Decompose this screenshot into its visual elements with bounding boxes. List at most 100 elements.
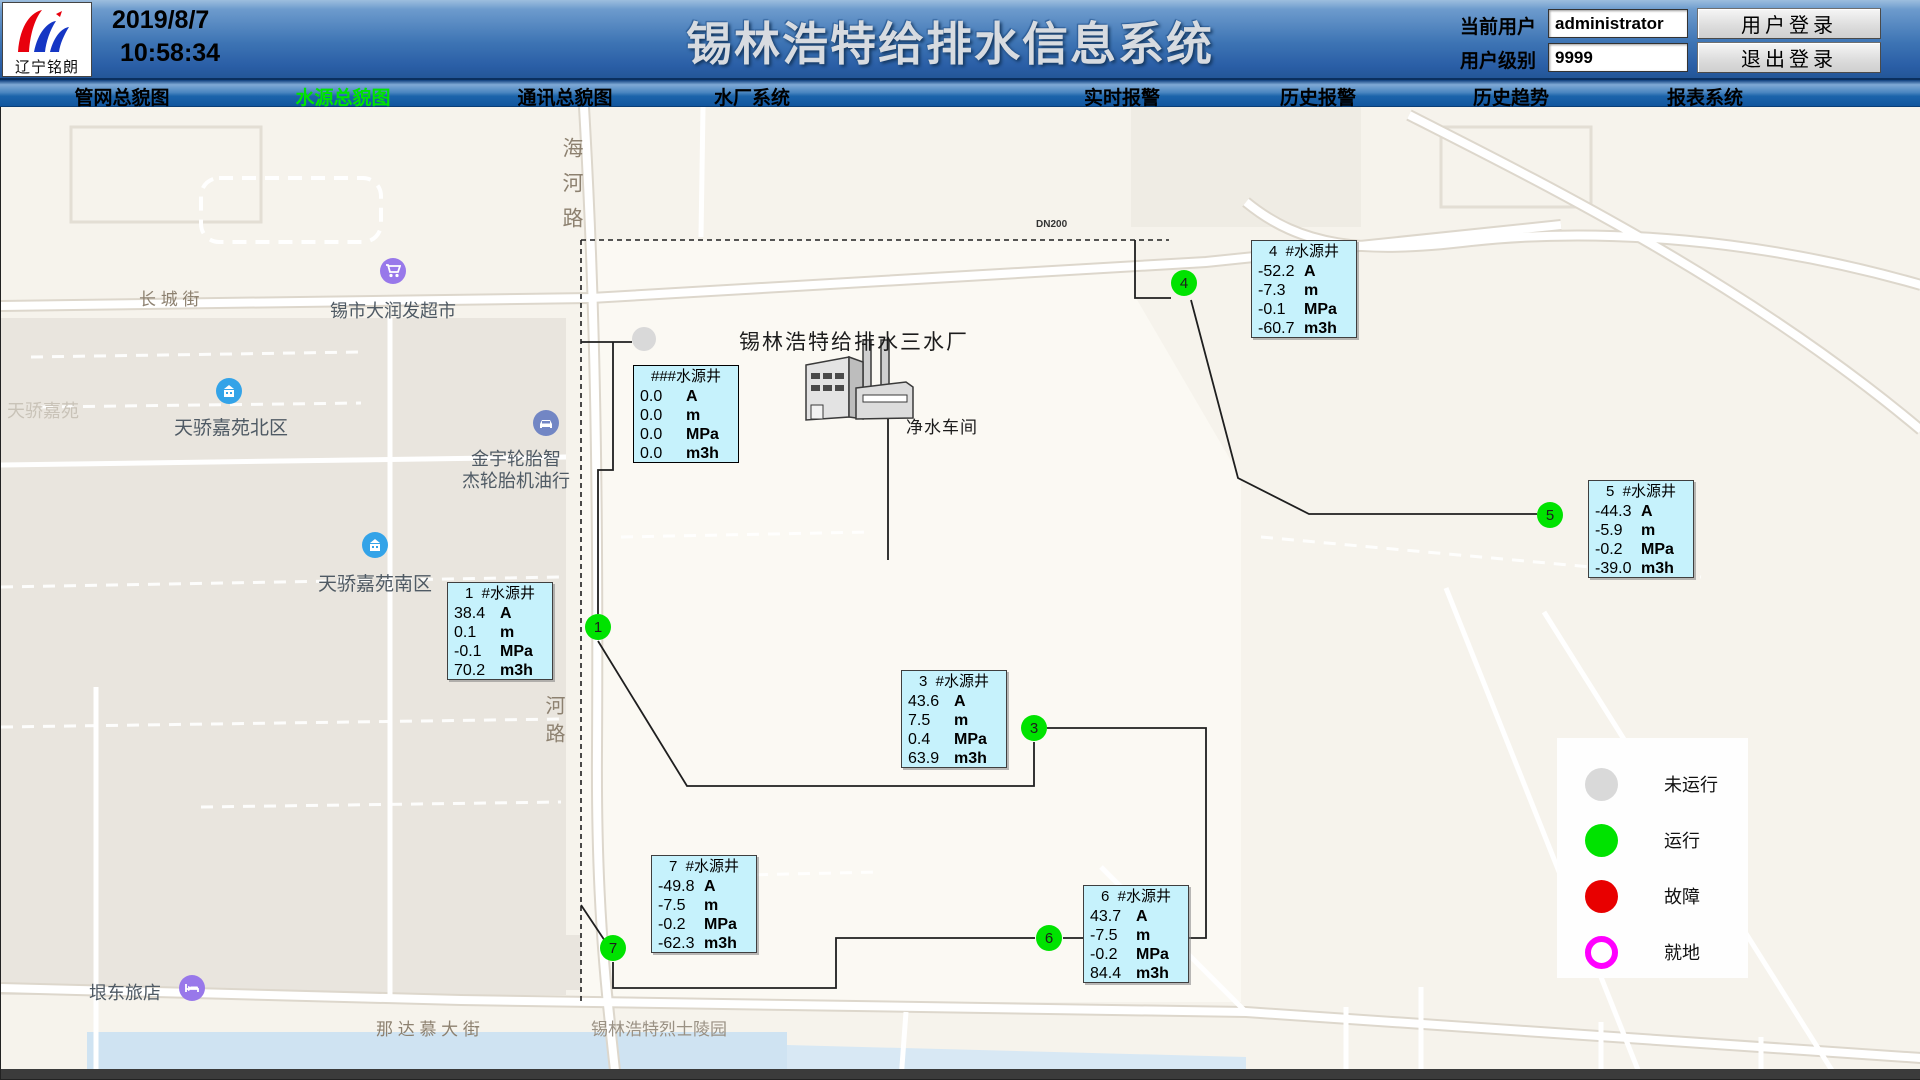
well-unit: A	[686, 387, 732, 406]
well-unit: m	[704, 896, 750, 915]
well-value: -0.1	[454, 642, 482, 661]
well-unit: MPa	[686, 425, 732, 444]
place-label-martyrs-cemetery: 锡林浩特烈士陵园	[591, 1015, 727, 1040]
marker-number: 7	[609, 940, 617, 957]
well-box-title: ###水源井	[640, 367, 732, 387]
system-title: 锡林浩特给排水信息系统	[686, 8, 1214, 74]
place-label-supermarket: 锡市大润发超市	[330, 297, 456, 323]
well-box-1[interactable]: 1 #水源井 38.4A 0.1m -0.1MPa 70.2m3h	[447, 582, 553, 680]
header-bar: 辽宁铭朗 2019/8/7 10:58:34 锡林浩特给排水信息系统 当前用户 …	[0, 0, 1920, 80]
well-value: 0.4	[908, 730, 930, 749]
well-marker-3[interactable]: 3	[1021, 715, 1047, 741]
well-value: 0.0	[640, 387, 662, 406]
well-value: -60.7	[1258, 319, 1294, 338]
well-marker-4[interactable]: 4	[1171, 270, 1197, 296]
well-value: -7.3	[1258, 281, 1286, 300]
nav-communication-overview[interactable]: 通讯总貌图	[517, 83, 612, 110]
well-value: -39.0	[1595, 559, 1631, 578]
well-marker-plant-stopped[interactable]	[632, 327, 656, 351]
well-unit: m3h	[704, 934, 750, 953]
well-unit: MPa	[704, 915, 750, 934]
legend-label: 就地	[1664, 939, 1700, 965]
well-value: 0.0	[640, 444, 662, 463]
street-label-haihe-text: 海河路	[553, 137, 590, 242]
well-value: -62.3	[658, 934, 694, 953]
well-marker-5[interactable]: 5	[1537, 502, 1563, 528]
well-unit: m3h	[954, 749, 1000, 768]
marker-number: 4	[1180, 275, 1188, 292]
nav-waterworks-system[interactable]: 水厂系统	[714, 83, 790, 110]
well-value: 0.1	[454, 623, 476, 642]
current-user-input[interactable]	[1548, 9, 1688, 38]
well-box-title: 6 #水源井	[1090, 887, 1182, 907]
well-unit: MPa	[1136, 945, 1182, 964]
pipe-diameter-label: DN200	[1036, 219, 1067, 230]
hotel-poi-icon	[179, 975, 205, 1001]
well-box-plant[interactable]: ###水源井 0.0 A 0.0 m 0.0 MPa 0.0 m3h	[633, 365, 739, 463]
well-value: 7.5	[908, 711, 930, 730]
well-unit: m	[686, 406, 732, 425]
residence-north-poi-icon	[216, 378, 242, 404]
legend-item-fault: 故障	[1585, 868, 1748, 924]
well-marker-1[interactable]: 1	[585, 614, 611, 640]
well-box-title: 4 #水源井	[1258, 242, 1350, 262]
legend-item-stopped: 未运行	[1585, 756, 1748, 812]
marker-number: 5	[1546, 507, 1554, 524]
well-value: 0.0	[640, 425, 662, 444]
well-value: -0.1	[1258, 300, 1286, 319]
well-unit: A	[1304, 262, 1350, 281]
well-value: 38.4	[454, 604, 485, 623]
nav-pipe-network-overview[interactable]: 管网总貌图	[74, 83, 169, 110]
logo-text: 辽宁铭朗	[3, 56, 91, 77]
well-unit: m	[954, 711, 1000, 730]
plant-title: 锡林浩特给排水三水厂	[739, 326, 969, 356]
nav-history-trends[interactable]: 历史趋势	[1473, 83, 1549, 110]
well-value: -5.9	[1595, 521, 1623, 540]
current-time: 10:58:34	[120, 39, 220, 68]
well-unit: m3h	[1641, 559, 1687, 578]
well-value: -7.5	[658, 896, 686, 915]
place-label-tire-shop-2: 杰轮胎机油行	[462, 467, 570, 493]
tire-shop-poi-icon	[533, 410, 559, 436]
user-level-input[interactable]	[1548, 43, 1688, 72]
well-box-3[interactable]: 3 #水源井 43.6A 7.5m 0.4MPa 63.9m3h	[901, 670, 1007, 768]
well-box-4[interactable]: 4 #水源井 -52.2A -7.3m -0.1MPa -60.7m3h	[1251, 240, 1357, 338]
street-label-haihe: 海河路	[553, 137, 590, 242]
well-box-title: 3 #水源井	[908, 672, 1000, 692]
well-unit: A	[704, 877, 750, 896]
well-unit: m	[500, 623, 546, 642]
well-box-7[interactable]: 7 #水源井 -49.8A -7.5m -0.2MPa -62.3m3h	[651, 855, 757, 953]
well-unit: m3h	[686, 444, 732, 463]
company-logo: 辽宁铭朗	[2, 2, 92, 77]
place-label-hotel: 垠东旅店	[89, 979, 161, 1005]
well-unit: m	[1641, 521, 1687, 540]
nav-realtime-alarms[interactable]: 实时报警	[1084, 83, 1160, 110]
marker-number: 1	[594, 619, 602, 636]
well-unit: m	[1136, 926, 1182, 945]
nav-water-source-overview[interactable]: 水源总貌图	[295, 83, 390, 110]
nav-report-system[interactable]: 报表系统	[1667, 83, 1743, 110]
map-canvas[interactable]: 长 城 街 海河路 河路 那 达 慕 大 街 锡市大润发超市 天骄嘉苑 天骄嘉苑…	[0, 107, 1920, 1080]
well-unit: m	[1304, 281, 1350, 300]
logo-mark	[12, 6, 82, 56]
well-unit: m3h	[500, 661, 546, 680]
well-value: -49.8	[658, 877, 694, 896]
nav-history-alarms[interactable]: 历史报警	[1280, 83, 1356, 110]
legend-item-local: 就地	[1585, 924, 1748, 980]
well-value: 43.7	[1090, 907, 1121, 926]
logout-button[interactable]: 退出登录	[1697, 42, 1881, 73]
well-value: -0.2	[1090, 945, 1118, 964]
well-box-6[interactable]: 6 #水源井 43.7A -7.5m -0.2MPa 84.4m3h	[1083, 885, 1189, 983]
legend-label: 未运行	[1664, 771, 1718, 797]
login-button[interactable]: 用户登录	[1697, 8, 1881, 39]
residence-south-poi-icon	[362, 532, 388, 558]
well-box-5[interactable]: 5 #水源井 -44.3A -5.9m -0.2MPa -39.0m3h	[1588, 480, 1694, 578]
place-label-tianjiao: 天骄嘉苑	[7, 397, 79, 423]
local-status-icon	[1585, 936, 1618, 969]
well-value: 0.0	[640, 406, 662, 425]
street-label-nadamu: 那 达 慕 大 街	[376, 1015, 480, 1040]
well-unit: A	[500, 604, 546, 623]
well-marker-7[interactable]: 7	[600, 935, 626, 961]
well-marker-6[interactable]: 6	[1036, 925, 1062, 951]
user-level-label: 用户级别	[1460, 46, 1550, 73]
